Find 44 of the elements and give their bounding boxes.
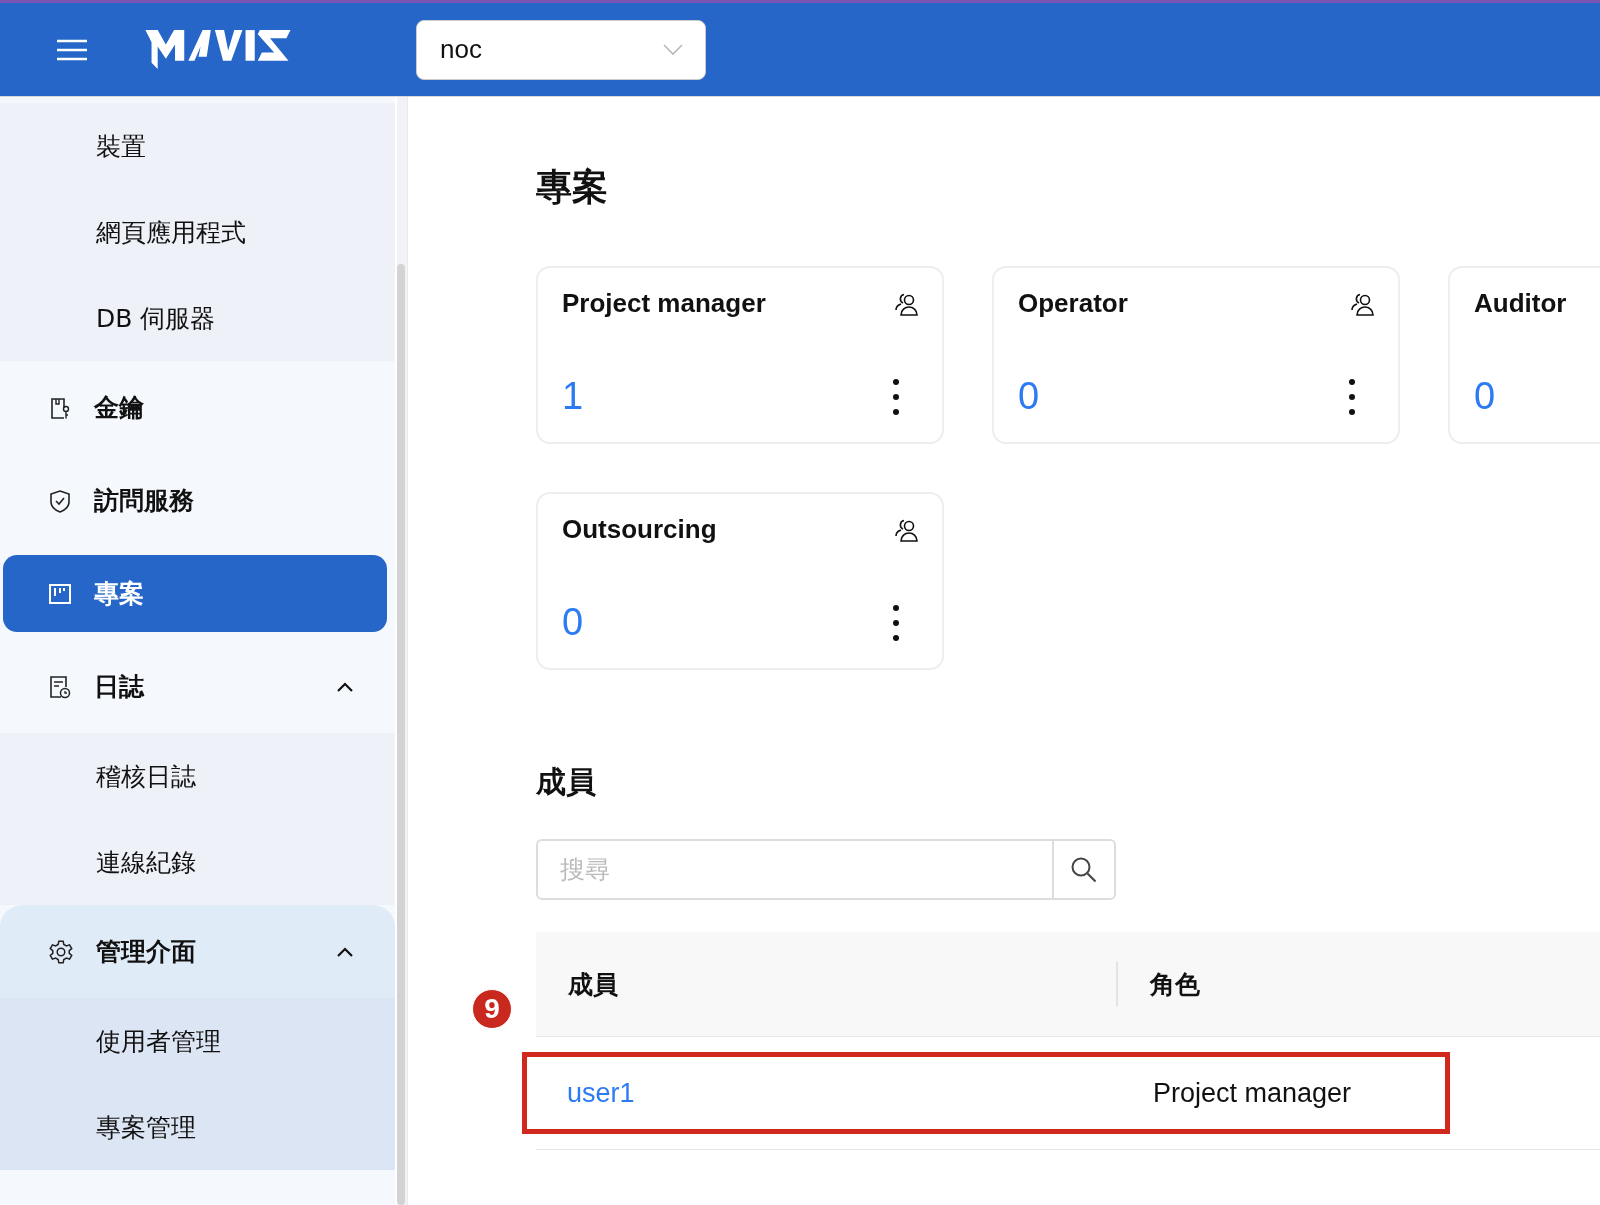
section-title: 成員 bbox=[536, 763, 597, 801]
chevron-up-icon[interactable] bbox=[337, 946, 353, 957]
log-clock-icon bbox=[48, 674, 72, 699]
page-title: 專案 bbox=[536, 165, 609, 209]
board-icon bbox=[48, 581, 72, 606]
sidebar-item[interactable]: 專案 bbox=[3, 555, 387, 632]
sidebar-subitem[interactable]: 專案管理 bbox=[0, 1084, 395, 1170]
sidebar-subitem[interactable]: 稽核日誌 bbox=[0, 733, 395, 819]
sidebar-subitem[interactable]: 裝置 bbox=[0, 103, 395, 189]
role-title: Operator bbox=[1018, 288, 1128, 319]
search-button[interactable] bbox=[1054, 839, 1116, 900]
more-icon[interactable] bbox=[892, 377, 900, 416]
sidebar-item[interactable]: 金鑰 bbox=[0, 361, 395, 454]
sidebar-subitem[interactable]: 連線紀錄 bbox=[0, 819, 395, 905]
project-select[interactable]: noc bbox=[416, 19, 706, 80]
member-count[interactable]: 0 bbox=[1474, 375, 1496, 418]
role-title: Auditor bbox=[1474, 288, 1567, 319]
member-link[interactable]: user1 bbox=[527, 1077, 1153, 1109]
role-title: Project manager bbox=[562, 288, 766, 319]
sidebar-item[interactable]: 管理介面 bbox=[0, 905, 395, 998]
key-card-icon bbox=[48, 395, 72, 420]
search-icon bbox=[1070, 855, 1098, 884]
sidebar-item[interactable]: 訪問服務 bbox=[0, 454, 395, 547]
sidebar-subitem[interactable]: 網頁應用程式 bbox=[0, 189, 395, 275]
column-header[interactable]: 角色 bbox=[1118, 967, 1200, 1001]
menu-icon[interactable] bbox=[56, 37, 88, 62]
member-count[interactable]: 1 bbox=[562, 375, 584, 418]
member-count[interactable]: 0 bbox=[562, 601, 584, 644]
member-count[interactable]: 0 bbox=[1018, 375, 1040, 418]
sidebar-subitem[interactable]: 使用者管理 bbox=[0, 998, 395, 1084]
chevron-up-icon[interactable] bbox=[337, 681, 353, 692]
chevron-down-icon bbox=[663, 43, 683, 56]
more-icon[interactable] bbox=[1348, 377, 1356, 416]
shield-check-icon bbox=[48, 488, 72, 513]
search-field[interactable]: 搜尋 bbox=[536, 839, 1054, 900]
settings-icon bbox=[48, 938, 74, 965]
scrollbar-thumb[interactable] bbox=[397, 264, 405, 1205]
sidebar-subitem[interactable]: DB 伺服器 bbox=[0, 275, 395, 361]
role-title: Outsourcing bbox=[562, 514, 717, 545]
column-header[interactable]: 成員 bbox=[536, 967, 1116, 1001]
sidebar-item[interactable]: 日誌 bbox=[0, 640, 395, 733]
step-badge: 9 bbox=[472, 989, 512, 1029]
more-icon[interactable] bbox=[892, 603, 900, 642]
table-cell: Project manager bbox=[1153, 1077, 1352, 1109]
